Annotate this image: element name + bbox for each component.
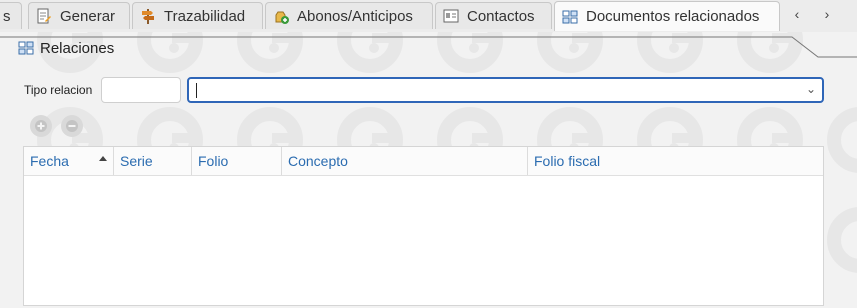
column-header-label: Folio bbox=[198, 153, 229, 169]
money-bag-add-icon bbox=[275, 11, 289, 24]
tab-abonos-anticipos[interactable]: Abonos/Anticipos bbox=[265, 2, 433, 29]
tab-contactos-label: Contactos bbox=[467, 7, 535, 25]
column-header-concepto[interactable]: Concepto bbox=[282, 147, 528, 175]
column-header-label: Folio fiscal bbox=[534, 153, 601, 169]
table-header: Fecha Serie Folio Concepto Folio fiscal bbox=[24, 147, 823, 176]
column-header-label: Serie bbox=[120, 153, 153, 169]
tipo-relacion-code-input[interactable] bbox=[101, 77, 181, 103]
chevron-left-icon: ‹ bbox=[794, 6, 800, 22]
contact-card-icon bbox=[443, 9, 459, 23]
tab-documentos-relacionados[interactable]: Documentos relacionados bbox=[554, 1, 780, 31]
signpost-icon bbox=[142, 9, 154, 24]
chevron-right-icon: › bbox=[824, 6, 830, 22]
column-header-fecha[interactable]: Fecha bbox=[24, 147, 114, 175]
text-cursor bbox=[196, 83, 197, 98]
add-icon bbox=[35, 120, 47, 132]
tab-scroll-left-button[interactable]: ‹ bbox=[789, 6, 805, 22]
tipo-relacion-select[interactable]: ⌄ bbox=[187, 77, 824, 103]
table-body[interactable] bbox=[24, 176, 823, 305]
remove-icon bbox=[66, 120, 78, 132]
remove-relation-button[interactable] bbox=[61, 115, 83, 137]
tab-scroll-right-button[interactable]: › bbox=[819, 6, 835, 22]
section-header-relaciones[interactable]: Relaciones bbox=[0, 34, 805, 62]
tab-contactos[interactable]: Contactos bbox=[435, 2, 552, 29]
tab-trazabilidad-label: Trazabilidad bbox=[164, 7, 246, 25]
tab-bar: s Generar Trazabilidad Abonos/Anticipos bbox=[0, 0, 857, 32]
related-docs-icon bbox=[18, 41, 34, 55]
chevron-down-icon[interactable]: ⌄ bbox=[806, 82, 816, 96]
edit-document-icon bbox=[37, 8, 51, 24]
tab-abonos-label: Abonos/Anticipos bbox=[297, 7, 413, 25]
related-docs-icon bbox=[562, 10, 578, 23]
main-panel: Relaciones Tipo relacion ⌄ Fecha Serie F… bbox=[0, 31, 857, 306]
column-header-label: Concepto bbox=[288, 153, 348, 169]
tab-partial-label: s bbox=[3, 7, 11, 25]
tipo-relacion-label: Tipo relacion bbox=[24, 83, 93, 97]
sort-ascending-icon bbox=[99, 156, 107, 161]
column-header-folio[interactable]: Folio bbox=[192, 147, 282, 175]
column-header-folio-fiscal[interactable]: Folio fiscal bbox=[528, 147, 823, 175]
section-title: Relaciones bbox=[40, 39, 115, 57]
tab-trazabilidad[interactable]: Trazabilidad bbox=[132, 2, 263, 29]
tab-generar[interactable]: Generar bbox=[28, 2, 130, 29]
relations-table: Fecha Serie Folio Concepto Folio fiscal bbox=[23, 146, 824, 306]
tab-documentos-label: Documentos relacionados bbox=[586, 8, 760, 25]
column-header-serie[interactable]: Serie bbox=[114, 147, 192, 175]
column-header-label: Fecha bbox=[30, 153, 69, 169]
tab-partial[interactable]: s bbox=[0, 2, 22, 29]
add-relation-button[interactable] bbox=[30, 115, 52, 137]
tab-generar-label: Generar bbox=[60, 7, 116, 25]
